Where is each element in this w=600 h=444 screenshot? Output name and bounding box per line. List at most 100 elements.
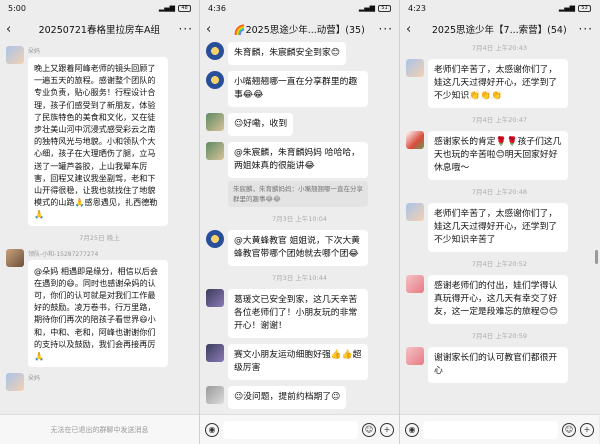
more-icon[interactable]: ···	[579, 22, 593, 36]
timestamp: 7月3日 上午10:04	[271, 215, 328, 223]
timestamp: 7月4日 上午20:52	[471, 260, 528, 268]
avatar[interactable]	[206, 71, 224, 89]
message-item: 赛文小朋友运动细胞好强👍👍超级厉害	[206, 344, 393, 380]
message-item: 😉好嘞，收到	[206, 113, 393, 136]
message-item: 朱育麟，朱宸麟安全到家😊	[206, 42, 393, 65]
avatar[interactable]	[406, 347, 424, 365]
avatar[interactable]	[206, 386, 224, 404]
message-bubble[interactable]: 小嘴翘翘哪一直在分享群里的趣事😂😂	[228, 71, 368, 107]
battery-icon: 53	[578, 4, 591, 12]
message-bubble[interactable]: 葛瑗文已安全到家，这几天辛苦各位老师们了！小朋友玩的非常开心！谢谢！	[228, 289, 368, 338]
avatar[interactable]	[406, 131, 424, 149]
message-bubble[interactable]: 😉好嘞，收到	[228, 113, 294, 136]
emoji-icon[interactable]: ☺	[562, 422, 576, 437]
avatar[interactable]	[206, 289, 224, 307]
phone-screen-2: 4:36 ▂▄▆ 51 ‹ 🌈2025思途少年...动营】(35) ··· 朱育麟…	[200, 0, 399, 444]
message-item: @朱宸麟，朱育麟妈妈 哈哈哈，两姐妹真的很能讲😂 朱宸麟，朱育麟妈妈：小嘴翘翘哪…	[206, 142, 393, 207]
signal-icon: ▂▄▆	[558, 4, 575, 12]
timestamp: 7月25日 晚上	[79, 233, 120, 242]
chat-title: 🌈2025思途少年...动营】(35)	[233, 25, 365, 36]
timestamp: 7月4日 上午20:47	[471, 116, 528, 124]
message-input[interactable]	[423, 420, 558, 439]
avatar[interactable]	[406, 59, 424, 77]
plus-icon[interactable]: +	[580, 422, 594, 437]
timestamp: 7月3日 上午10:44	[271, 274, 328, 282]
chat-title: 2025思途少年【7...索营】(54)	[431, 25, 567, 36]
more-icon[interactable]: ···	[179, 22, 193, 36]
message-item: 葛瑗文已安全到家，这几天辛苦各位老师们了！小朋友玩的非常开心！谢谢！	[206, 289, 393, 338]
avatar[interactable]	[6, 373, 24, 392]
status-time: 5:00	[8, 3, 26, 13]
phone-screen-1: 5:00 ▂▄▆ 48 ‹ 20250721春格里拉房车A组 ··· 朵妈 晚上又…	[0, 0, 199, 444]
input-bar: ◉ ☺ +	[400, 414, 599, 444]
message-bubble[interactable]: 谢谢家长们的认可教官们都很开心	[428, 347, 568, 383]
message-bubble[interactable]: 晚上又跟着阿峰老师的镜头回顾了一遍五天的旅程。感谢整个团队的专业负责，贴心服务！…	[28, 57, 168, 226]
avatar[interactable]	[6, 248, 24, 267]
message-bubble[interactable]: 朱育麟，朱宸麟安全到家😊	[228, 42, 346, 65]
chat-area[interactable]: 朵妈 晚上又跟着阿峰老师的镜头回顾了一遍五天的旅程。感谢整个团队的专业负责，贴心…	[0, 42, 199, 414]
message-item: 小嘴翘翘哪一直在分享群里的趣事😂😂	[206, 71, 393, 107]
phone-screen-3: 4:23 ▂▄▆ 53 ‹ 2025思途少年【7...索营】(54) ··· 7月…	[400, 0, 599, 444]
message-item: 朵妈	[6, 373, 193, 392]
message-bubble[interactable]: 😉没问题，提前约档期了😉	[228, 386, 347, 409]
scroll-handle[interactable]	[595, 250, 598, 264]
message-bubble[interactable]: 老师们辛苦了，太感谢你们了，娃这几天过得好开心，还学到了不少知识👏👏👏	[428, 59, 568, 108]
emoji-icon[interactable]: ☺	[362, 422, 376, 437]
status-bar: 4:23 ▂▄▆ 53	[400, 0, 599, 16]
back-arrow-icon[interactable]: ‹	[206, 22, 220, 37]
sender-name: 朵妈	[28, 375, 41, 383]
timestamp: 7月4日 上午20:43	[471, 44, 528, 52]
sender-name: 朵妈	[28, 48, 41, 55]
plus-icon[interactable]: +	[380, 422, 394, 437]
message-item: 老师们辛苦了，太感谢你们了，娃这几天过得好开心，还学到了不少知识辛苦了	[406, 203, 593, 252]
avatar[interactable]	[206, 142, 224, 160]
message-bubble[interactable]: 老师们辛苦了，太感谢你们了，娃这几天过得好开心，还学到了不少知识辛苦了	[428, 203, 568, 252]
more-icon[interactable]: ···	[379, 22, 393, 36]
status-bar: 4:36 ▂▄▆ 51	[200, 0, 399, 16]
avatar[interactable]	[206, 42, 224, 60]
message-item: @大黄蜂教官 姐姐说，下次大黄蜂教官带哪个团她就去哪个团😂	[206, 230, 393, 266]
message-item: 😉没问题，提前约档期了😉	[206, 386, 393, 409]
quoted-message[interactable]: 朱宸麟，朱育麟妈妈：小嘴翘翘哪一直在分享群里的趣事😂😂	[228, 181, 368, 207]
message-item: 朵妈 晚上又跟着阿峰老师的镜头回顾了一遍五天的旅程。感谢整个团队的专业负责，贴心…	[6, 46, 193, 226]
chat-title-bar: ‹ 🌈2025思途少年...动营】(35) ···	[200, 16, 399, 42]
input-bar: ◉ ☺ +	[200, 414, 399, 444]
message-bubble[interactable]: @大黄蜂教官 姐姐说，下次大黄蜂教官带哪个团她就去哪个团😂	[228, 230, 368, 266]
left-group-notice: 无法在已退出的群聊中发送消息	[50, 425, 149, 434]
avatar[interactable]	[206, 344, 224, 362]
chat-area[interactable]: 7月4日 上午20:43 老师们辛苦了，太感谢你们了，娃这几天过得好开心，还学到…	[400, 42, 599, 414]
signal-icon: ▂▄▆	[358, 4, 375, 12]
message-bubble[interactable]: 感谢老师们的付出，娃们学得认真玩得开心，这几天有幸交了好友，这一定是段难忘的旅程…	[428, 275, 568, 324]
message-item: 谢谢家长们的认可教官们都很开心	[406, 347, 593, 383]
chat-title-bar: ‹ 2025思途少年【7...索营】(54) ···	[400, 16, 599, 42]
message-bubble[interactable]: 感谢家长的肯定🌹🌹孩子们这几天也玩的辛苦啦😊明天回家好好休息哦～	[428, 131, 568, 180]
avatar[interactable]	[206, 230, 224, 248]
signal-icon: ▂▄▆	[158, 4, 175, 12]
timestamp: 7月4日 上午20:59	[471, 332, 528, 340]
avatar[interactable]	[206, 113, 224, 131]
message-bubble[interactable]: 赛文小朋友运动细胞好强👍👍超级厉害	[228, 344, 368, 380]
input-bar: 无法在已退出的群聊中发送消息	[0, 414, 199, 444]
message-input[interactable]	[223, 420, 358, 439]
message-item: 感谢家长的肯定🌹🌹孩子们这几天也玩的辛苦啦😊明天回家好好休息哦～	[406, 131, 593, 180]
chat-title-bar: ‹ 20250721春格里拉房车A组 ···	[0, 16, 199, 42]
battery-icon: 48	[178, 4, 191, 12]
avatar[interactable]	[6, 46, 24, 64]
avatar[interactable]	[406, 275, 424, 293]
message-item: 感谢老师们的付出，娃们学得认真玩得开心，这几天有幸交了好友，这一定是段难忘的旅程…	[406, 275, 593, 324]
status-bar: 5:00 ▂▄▆ 48	[0, 0, 199, 16]
timestamp: 7月4日 上午20:48	[471, 188, 528, 196]
voice-icon[interactable]: ◉	[205, 422, 219, 437]
chat-title: 20250721春格里拉房车A组	[38, 25, 160, 36]
voice-icon[interactable]: ◉	[405, 422, 419, 437]
sender-name: 领队-小和-15287277274	[28, 250, 99, 258]
back-arrow-icon[interactable]: ‹	[6, 22, 20, 37]
avatar[interactable]	[406, 203, 424, 221]
chat-area[interactable]: 朱育麟，朱宸麟安全到家😊 小嘴翘翘哪一直在分享群里的趣事😂😂 😉好嘞，收到 @朱…	[200, 42, 399, 414]
message-item: 领队-小和-15287277274 @朵妈 相遇即是缘分，相信以后会在遇到的😄。…	[6, 248, 193, 368]
message-bubble[interactable]: @朵妈 相遇即是缘分，相信以后会在遇到的😄。同时也感谢朵妈的认可，你们的认可就是…	[28, 259, 168, 368]
message-bubble[interactable]: @朱宸麟，朱育麟妈妈 哈哈哈，两姐妹真的很能讲😂	[228, 142, 368, 178]
battery-icon: 51	[378, 4, 391, 12]
status-time: 4:36	[208, 3, 226, 13]
back-arrow-icon[interactable]: ‹	[406, 22, 420, 37]
